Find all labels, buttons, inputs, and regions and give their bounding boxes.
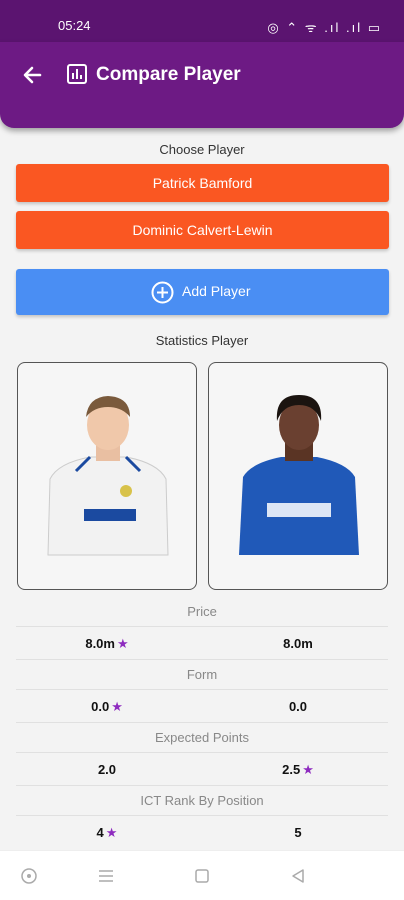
add-player-label: Add Player	[182, 283, 251, 299]
page-title: Compare Player	[96, 64, 241, 85]
plus-circle-icon	[151, 281, 174, 304]
player-2-card[interactable]	[208, 362, 388, 590]
statistics-label: Statistics Player	[155, 333, 249, 348]
arrow-left-icon	[23, 66, 42, 84]
stat-value: 2.5	[282, 762, 301, 777]
player-1-card[interactable]	[17, 362, 197, 590]
star-icon: ★	[111, 699, 123, 714]
star-icon: ★	[302, 762, 314, 777]
app-bar: Compare Player	[0, 42, 404, 128]
back-button[interactable]	[18, 60, 48, 90]
player-1-photo	[47, 396, 169, 556]
stat-label-form: Form	[186, 667, 218, 682]
stat-value: 4	[96, 825, 104, 840]
status-bar: 05:24 ◎ ⌃ ᯤ .ıl .ıl ▭	[0, 0, 404, 42]
divider	[16, 659, 388, 660]
divider	[16, 722, 388, 723]
home-square-icon[interactable]	[193, 867, 211, 885]
player-2-photo	[239, 395, 359, 555]
stat-value: 8.0m	[85, 636, 115, 651]
divider	[16, 815, 388, 816]
stat-value: 0.0	[91, 699, 110, 714]
star-icon: ★	[116, 636, 129, 651]
stat-ict-right: 5	[208, 825, 388, 840]
back-triangle-icon[interactable]	[289, 867, 307, 885]
stat-expected-right: 2.5 ★	[208, 762, 388, 778]
divider	[16, 752, 388, 753]
stat-label-expected-points: Expected Points	[155, 730, 249, 745]
stat-ict-left: 4 ★	[17, 825, 197, 841]
system-nav-bar	[0, 850, 404, 900]
star-icon: ★	[105, 825, 118, 840]
assistant-icon[interactable]	[20, 867, 38, 885]
stat-price-left: 8.0m ★	[17, 636, 197, 652]
add-player-button[interactable]: Add Player	[16, 269, 389, 315]
bar-chart-icon	[67, 64, 87, 84]
divider	[16, 785, 388, 786]
player-2-button[interactable]: Dominic Calvert-Lewin	[16, 211, 389, 249]
menu-icon[interactable]	[97, 867, 115, 885]
divider	[16, 626, 388, 627]
stat-value: 8.0m	[283, 636, 313, 651]
player-1-button[interactable]: Patrick Bamford	[16, 164, 389, 202]
stat-value: 5	[294, 825, 302, 840]
stat-form-right: 0.0	[208, 699, 388, 714]
stat-form-left: 0.0 ★	[17, 699, 197, 715]
stat-value: 2.0	[97, 762, 117, 777]
status-icons: ◎ ⌃ ᯤ .ıl .ıl ▭	[267, 20, 382, 35]
divider	[16, 689, 388, 690]
status-time: 05:24	[58, 18, 91, 33]
stat-expected-left: 2.0	[17, 762, 197, 777]
stat-label-price: Price	[187, 604, 217, 619]
stat-value: 0.0	[288, 699, 308, 714]
stat-label-ict-rank: ICT Rank By Position	[140, 793, 264, 808]
stat-price-right: 8.0m	[208, 636, 388, 651]
choose-player-label: Choose Player	[159, 142, 245, 157]
